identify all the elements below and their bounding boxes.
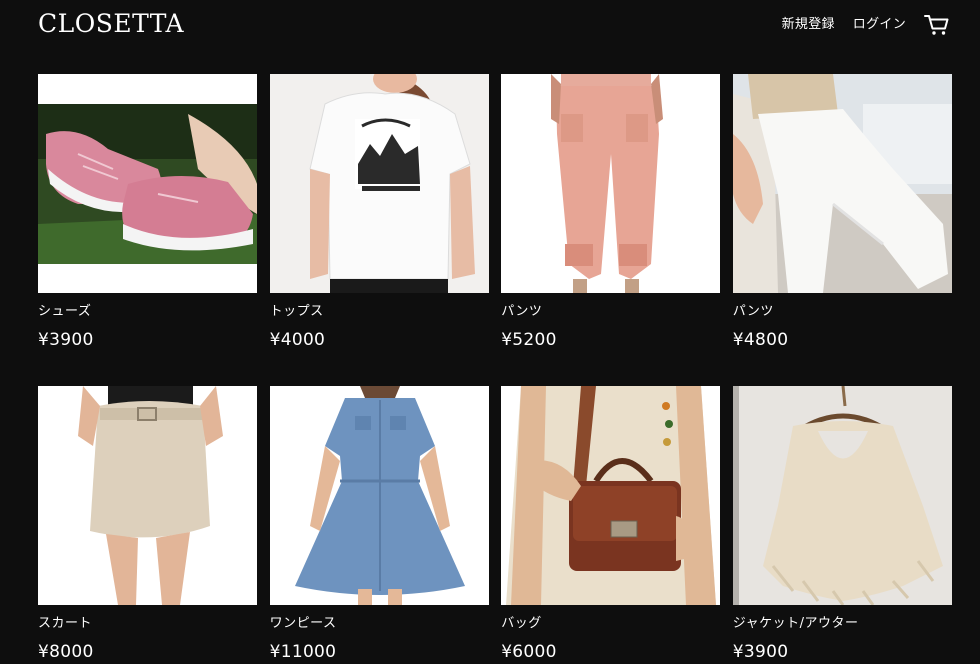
product-price: ¥6000 — [501, 642, 557, 662]
signup-link[interactable]: 新規登録 — [782, 13, 835, 37]
cart-icon[interactable] — [924, 13, 950, 37]
product-card[interactable]: パンツ ¥5200 — [501, 74, 721, 351]
product-category: パンツ — [732, 304, 774, 319]
site-header: CLOSETTA 新規登録 ログイン — [0, 0, 980, 50]
product-card[interactable]: スカート ¥8000 — [38, 386, 257, 663]
product-category: スカート — [38, 616, 93, 631]
product-category: パンツ — [501, 304, 543, 319]
product-card[interactable]: ジャケット/アウター ¥3900 — [732, 386, 952, 663]
product-image-poncho[interactable] — [732, 386, 952, 605]
product-price: ¥3900 — [38, 330, 94, 350]
product-card[interactable]: ワンピース ¥11000 — [269, 386, 489, 663]
product-category: ジャケット/アウター — [732, 616, 859, 631]
product-price: ¥11000 — [269, 642, 337, 662]
product-grid: シューズ ¥3900 トップス ¥4000 パンツ ¥5200 パンツ ¥480… — [38, 74, 952, 663]
product-category: トップス — [269, 304, 324, 319]
login-link[interactable]: ログイン — [853, 13, 906, 37]
product-price: ¥5200 — [501, 330, 557, 350]
product-card[interactable]: バッグ ¥6000 — [501, 386, 721, 663]
header-nav: 新規登録 ログイン — [782, 13, 950, 37]
product-image-sneakers[interactable] — [38, 74, 257, 293]
product-category: シューズ — [38, 304, 92, 319]
product-category: バッグ — [501, 616, 542, 631]
product-card[interactable]: シューズ ¥3900 — [38, 74, 257, 351]
product-image-white-pants[interactable] — [732, 74, 952, 293]
product-image-tshirt[interactable] — [269, 74, 489, 293]
product-image-skirt[interactable] — [38, 386, 257, 605]
product-price: ¥3900 — [732, 642, 789, 662]
product-price: ¥4000 — [269, 330, 326, 350]
product-image-pink-pants[interactable] — [501, 74, 721, 293]
product-price: ¥4800 — [732, 330, 789, 350]
product-image-handbag[interactable] — [501, 386, 721, 605]
product-card[interactable]: パンツ ¥4800 — [732, 74, 952, 351]
product-price: ¥8000 — [38, 642, 94, 662]
product-card[interactable]: トップス ¥4000 — [269, 74, 489, 351]
site-logo[interactable]: CLOSETTA — [38, 9, 184, 39]
product-image-denim-dress[interactable] — [269, 386, 489, 605]
product-category: ワンピース — [269, 616, 337, 631]
page: CLOSETTA 新規登録 ログイン シューズ ¥3900 トップス ¥4000… — [0, 0, 980, 664]
